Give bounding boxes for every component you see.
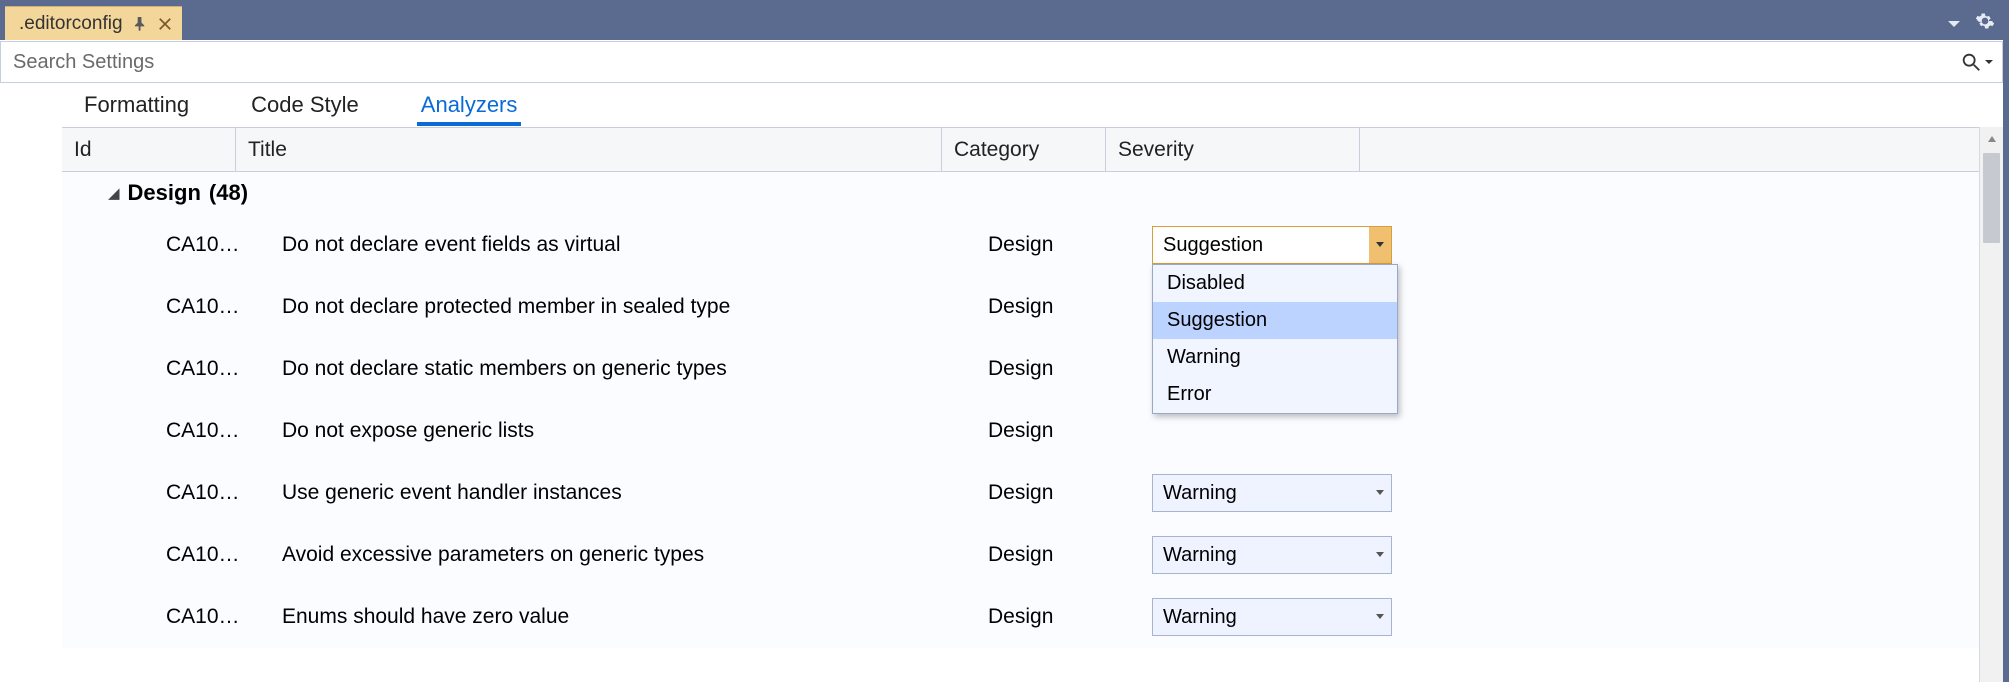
cell-id: CA10… xyxy=(166,357,282,381)
group-name: Design xyxy=(128,180,201,206)
cell-title: Avoid excessive parameters on generic ty… xyxy=(282,543,988,567)
scroll-up-icon[interactable] xyxy=(1980,127,2003,151)
cell-title: Enums should have zero value xyxy=(282,605,988,629)
tab-code-style[interactable]: Code Style xyxy=(245,86,365,126)
severity-value: Suggestion xyxy=(1163,234,1263,257)
group-row-design[interactable]: ◢ Design (48) xyxy=(62,172,1979,214)
chevron-down-icon[interactable] xyxy=(1369,475,1391,511)
cell-category: Design xyxy=(988,233,1152,257)
severity-select[interactable]: Suggestion Disabled Suggestion Warning E… xyxy=(1152,226,1392,264)
table-row[interactable]: CA10… Do not declare protected member in… xyxy=(62,276,1979,338)
close-icon[interactable] xyxy=(158,17,172,31)
severity-dropdown: Disabled Suggestion Warning Error xyxy=(1152,264,1398,414)
severity-option-error[interactable]: Error xyxy=(1153,376,1397,413)
expander-icon[interactable]: ◢ xyxy=(108,184,120,202)
severity-value: Warning xyxy=(1163,606,1237,629)
grid-header: Id Title Category Severity xyxy=(62,128,1979,172)
chevron-down-icon[interactable] xyxy=(1369,227,1391,263)
column-header-id[interactable]: Id xyxy=(62,128,236,171)
column-header-category[interactable]: Category xyxy=(942,128,1106,171)
severity-option-warning[interactable]: Warning xyxy=(1153,339,1397,376)
table-row[interactable]: CA10… Do not declare static members on g… xyxy=(62,338,1979,400)
cell-id: CA10… xyxy=(166,605,282,629)
table-row[interactable]: CA10… Do not declare event fields as vir… xyxy=(62,214,1979,276)
column-header-spacer xyxy=(1360,128,1979,171)
document-tab-label: .editorconfig xyxy=(19,13,123,35)
cell-category: Design xyxy=(988,605,1152,629)
cell-title: Do not declare protected member in seale… xyxy=(282,295,988,319)
column-header-title[interactable]: Title xyxy=(236,128,942,171)
chevron-down-icon[interactable] xyxy=(1369,537,1391,573)
nav-tabs: Formatting Code Style Analyzers xyxy=(0,83,2003,127)
cell-category: Design xyxy=(988,481,1152,505)
cell-category: Design xyxy=(988,295,1152,319)
cell-category: Design xyxy=(988,543,1152,567)
titlebar: .editorconfig xyxy=(0,6,2003,40)
severity-option-disabled[interactable]: Disabled xyxy=(1153,265,1397,302)
severity-value: Warning xyxy=(1163,482,1237,505)
dropdown-icon[interactable] xyxy=(1947,13,1961,34)
table-row[interactable]: CA10… Enums should have zero value Desig… xyxy=(62,586,1979,648)
tab-analyzers[interactable]: Analyzers xyxy=(415,86,524,126)
tab-formatting[interactable]: Formatting xyxy=(78,86,195,126)
document-tab[interactable]: .editorconfig xyxy=(5,6,182,40)
table-row[interactable]: CA10… Use generic event handler instance… xyxy=(62,462,1979,524)
group-count: (48) xyxy=(209,180,248,206)
cell-title: Do not declare static members on generic… xyxy=(282,357,988,381)
scroll-thumb[interactable] xyxy=(1983,153,2000,243)
analyzers-grid: Id Title Category Severity ◢ Design (48)… xyxy=(62,127,1979,682)
cell-id: CA10… xyxy=(166,543,282,567)
chevron-down-icon[interactable] xyxy=(1369,599,1391,635)
pin-icon[interactable] xyxy=(133,16,148,31)
cell-title: Do not declare event fields as virtual xyxy=(282,233,988,257)
table-row[interactable]: CA10… Do not expose generic lists Design xyxy=(62,400,1979,462)
cell-id: CA10… xyxy=(166,295,282,319)
vertical-scrollbar[interactable] xyxy=(1979,127,2003,682)
cell-id: CA10… xyxy=(166,481,282,505)
cell-id: CA10… xyxy=(166,233,282,257)
column-header-severity[interactable]: Severity xyxy=(1106,128,1360,171)
severity-value: Warning xyxy=(1163,544,1237,567)
search-icon[interactable] xyxy=(1960,51,1994,73)
cell-category: Design xyxy=(988,357,1152,381)
gear-icon[interactable] xyxy=(1975,11,1995,36)
table-row[interactable]: CA10… Avoid excessive parameters on gene… xyxy=(62,524,1979,586)
severity-select[interactable]: Warning xyxy=(1152,536,1392,574)
cell-title: Do not expose generic lists xyxy=(282,419,988,443)
severity-option-suggestion[interactable]: Suggestion xyxy=(1153,302,1397,339)
severity-select[interactable]: Warning xyxy=(1152,474,1392,512)
cell-id: CA10… xyxy=(166,419,282,443)
cell-category: Design xyxy=(988,419,1152,443)
search-input[interactable] xyxy=(13,51,1960,74)
search-bar xyxy=(0,41,2003,83)
cell-title: Use generic event handler instances xyxy=(282,481,988,505)
severity-select[interactable]: Warning xyxy=(1152,598,1392,636)
